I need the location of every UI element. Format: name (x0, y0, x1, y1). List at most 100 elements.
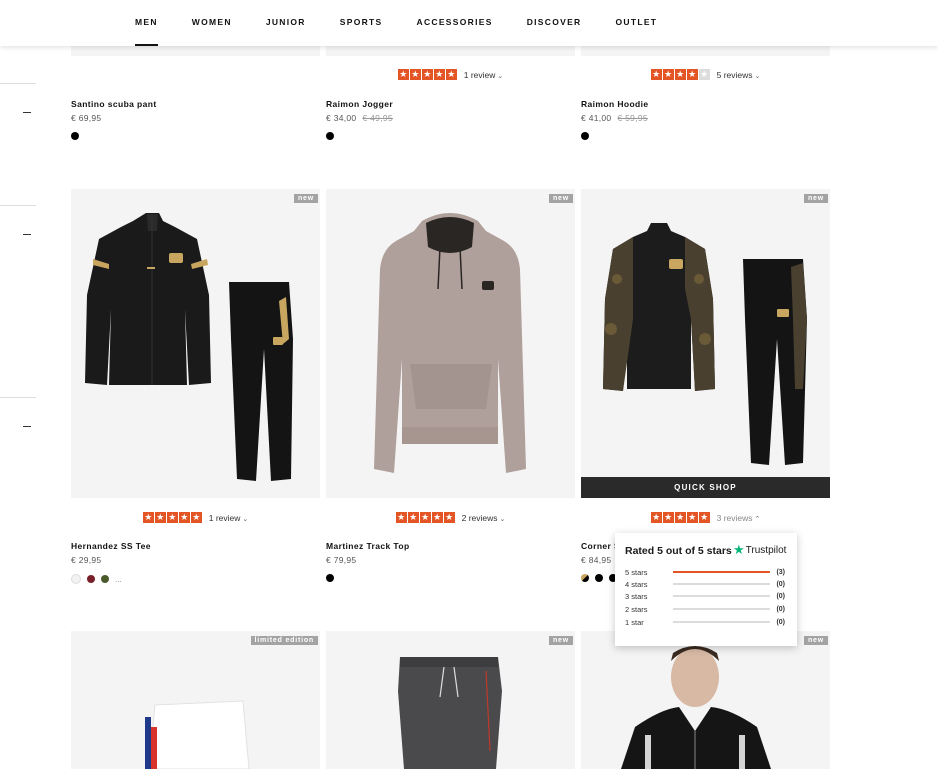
trustpilot-logo[interactable]: ★ Trustpilot (733, 542, 786, 557)
star-icon: ★ (190, 512, 202, 523)
badge-new: new (803, 194, 828, 203)
top-navigation: MEN WOMEN JUNIOR SPORTS ACCESSORIES DISC… (0, 0, 938, 46)
rating-bar (672, 607, 771, 611)
rating-count: (0) (776, 618, 785, 626)
product-image[interactable]: new (581, 631, 830, 769)
color-swatches (326, 132, 334, 140)
swatch-black[interactable] (71, 132, 79, 140)
star-rating: ★ ★ ★ ★ ★ (650, 512, 710, 523)
rating-label: 3 stars (625, 591, 648, 601)
rating[interactable]: ★ ★ ★ ★ ★ 2 reviews ⌄ (326, 512, 575, 523)
product-name[interactable]: Raimon Hoodie (581, 99, 649, 109)
nav-item-junior[interactable]: JUNIOR (266, 17, 306, 27)
swatch-burgundy[interactable] (87, 575, 95, 583)
product-name[interactable]: Raimon Jogger (326, 99, 393, 109)
rating-bar (672, 594, 771, 598)
rating-bar-fill (672, 570, 771, 574)
rating-bar (672, 582, 771, 586)
chevron-down-icon: ⌄ (242, 515, 249, 523)
nav-item-women[interactable]: WOMEN (192, 17, 232, 27)
collapse-minus-icon[interactable] (23, 112, 31, 114)
badge-new: new (803, 636, 828, 645)
product-name[interactable]: Hernandez SS Tee (71, 541, 151, 551)
product-price: € 29,95 (71, 555, 102, 565)
color-swatches (326, 574, 334, 582)
rating-breakdown-row: 1 star (0) (625, 617, 785, 627)
nav-item-discover[interactable]: DISCOVER (527, 17, 582, 27)
review-count[interactable]: 1 review ⌄ (464, 70, 504, 80)
collapse-minus-icon[interactable] (23, 426, 31, 428)
nav-item-outlet[interactable]: OUTLET (616, 17, 658, 27)
star-icon: ★ (686, 69, 698, 80)
star-icon: ★ (421, 69, 433, 80)
product-image[interactable]: new QUICK SHOP (581, 189, 830, 498)
chevron-down-icon: ⌄ (754, 72, 761, 80)
rating-breakdown-row: 2 stars (0) (625, 604, 785, 614)
nav-item-accessories[interactable]: ACCESSORIES (417, 17, 493, 27)
collapse-minus-icon[interactable] (23, 234, 31, 236)
filter-divider (0, 397, 36, 398)
rating-label: 1 star (625, 617, 644, 627)
rating[interactable]: ★ ★ ★ ★ ★ 5 reviews ⌄ (581, 69, 830, 80)
nav-item-men[interactable]: MEN (135, 17, 158, 46)
product-name[interactable]: Martinez Track Top (326, 541, 410, 551)
more-swatches[interactable]: ... (115, 575, 122, 584)
rating-breakdown-row: 5 stars (3) (625, 567, 785, 577)
star-icon: ★ (166, 512, 178, 523)
filter-divider (0, 83, 36, 84)
rating-bar (672, 570, 771, 574)
badge-new: new (293, 194, 318, 203)
chevron-up-icon: ⌃ (754, 515, 761, 523)
swatch-olive[interactable] (101, 575, 109, 583)
badge-new: new (548, 194, 573, 203)
swatch-black[interactable] (581, 132, 589, 140)
product-image[interactable]: new (326, 631, 575, 769)
star-icon: ★ (650, 69, 662, 80)
product-name[interactable]: Santino scuba pant (71, 99, 157, 109)
star-icon: ★ (142, 512, 154, 523)
product-price: € 84,95 (581, 555, 612, 565)
star-icon: ★ (433, 69, 445, 80)
star-icon: ★ (698, 512, 710, 523)
nav-item-sports[interactable]: SPORTS (340, 17, 383, 27)
star-icon: ★ (674, 512, 686, 523)
star-icon: ★ (397, 69, 409, 80)
product-price: € 41,00 € 59,95 (581, 113, 648, 123)
swatch-white[interactable] (71, 574, 81, 584)
shorts-image (145, 700, 250, 769)
swatch-black[interactable] (595, 574, 603, 582)
product-image[interactable]: new (71, 189, 320, 498)
rating-label: 2 stars (625, 604, 648, 614)
model-image (621, 646, 771, 769)
star-icon: ★ (650, 512, 662, 523)
review-count[interactable]: 5 reviews ⌄ (717, 70, 761, 80)
star-rating: ★ ★ ★ ★ ★ (142, 512, 202, 523)
star-icon: ★ (662, 69, 674, 80)
rating-count: (0) (776, 580, 785, 588)
hoodie-image (374, 213, 526, 473)
rating-breakdown-row: 4 stars (0) (625, 579, 785, 589)
color-swatches (581, 132, 589, 140)
rating-count: (0) (776, 605, 785, 613)
star-icon: ★ (431, 512, 443, 523)
review-count[interactable]: 1 review ⌄ (209, 513, 249, 523)
swatch-gold-black[interactable] (581, 574, 589, 582)
quick-shop-button[interactable]: QUICK SHOP (581, 477, 830, 498)
filter-divider (0, 205, 36, 206)
rating[interactable]: ★ ★ ★ ★ ★ 3 reviews ⌃ (581, 512, 830, 523)
swatch-black[interactable] (326, 132, 334, 140)
review-count[interactable]: 2 reviews ⌄ (462, 513, 506, 523)
product-image[interactable]: new (326, 189, 575, 498)
rating-bar (672, 620, 771, 624)
rating[interactable]: ★ ★ ★ ★ ★ 1 review ⌄ (71, 512, 320, 523)
trustpilot-star-icon: ★ (733, 542, 745, 557)
product-image[interactable]: limited edition (71, 631, 320, 769)
color-swatches (71, 132, 79, 140)
tracksuit-image (603, 223, 807, 465)
product-price: € 79,95 (326, 555, 357, 565)
swatch-black[interactable] (326, 574, 334, 582)
star-icon: ★ (662, 512, 674, 523)
review-count[interactable]: 3 reviews ⌃ (717, 513, 761, 523)
rating-count: (0) (776, 592, 785, 600)
rating[interactable]: ★ ★ ★ ★ ★ 1 review ⌄ (326, 69, 575, 80)
